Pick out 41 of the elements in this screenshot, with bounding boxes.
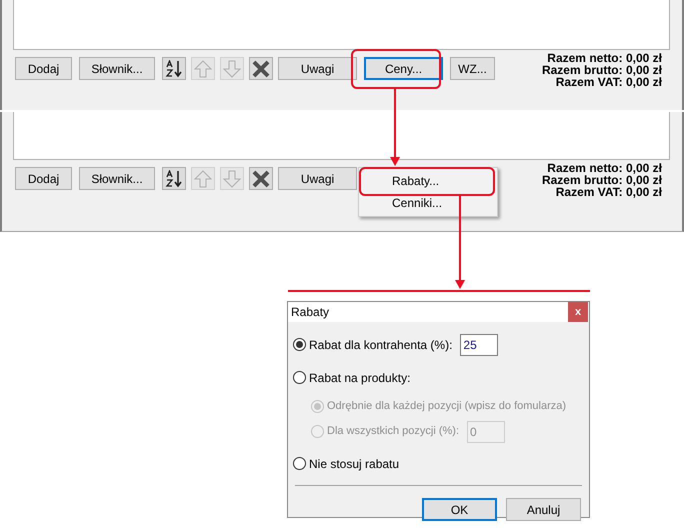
delete-icon (252, 60, 270, 78)
toolbar-button[interactable]: WZ... (450, 57, 495, 80)
radio-label: Rabat na produkty: (309, 370, 410, 386)
total-label: Razem brutto: 0,00 zł (542, 64, 662, 76)
toolbar-button[interactable]: Ceny... (364, 57, 443, 80)
radio-button[interactable] (293, 457, 306, 470)
window-title: Rabaty (290, 304, 330, 321)
radio-label: Odrębnie dla każdej pozycji (wpisz do fomularza) (327, 399, 566, 414)
sort-icon (165, 60, 183, 78)
total-label: Razem netto: 0,00 zł (547, 52, 662, 64)
radio-button[interactable] (293, 371, 306, 384)
toolbar-button[interactable]: Dodaj (15, 167, 72, 190)
toolbar-button[interactable]: Słownik... (79, 57, 155, 80)
menu-item[interactable]: Rabaty... (359, 170, 497, 192)
sort-button[interactable] (162, 57, 186, 80)
total-label: Razem brutto: 0,00 zł (542, 174, 662, 186)
toolbar-button[interactable]: Dodaj (15, 57, 72, 80)
radio-label: Dla wszystkich pozycji (%): (327, 424, 460, 440)
sort-icon (165, 170, 183, 188)
delete-button[interactable] (249, 57, 273, 80)
total-label: Razem VAT: 0,00 zł (556, 186, 662, 198)
sort-button[interactable] (162, 167, 186, 190)
down-arrow-icon (223, 60, 241, 78)
up-arrow-icon (194, 60, 212, 78)
close-button[interactable]: x (568, 302, 588, 322)
toolbar-button[interactable]: Słownik... (79, 167, 155, 190)
down-arrow-icon (223, 170, 241, 188)
radio-label: Nie stosuj rabatu (309, 456, 400, 472)
delete-icon (252, 170, 270, 188)
delete-button[interactable] (249, 167, 273, 190)
total-label: Razem netto: 0,00 zł (547, 162, 662, 174)
dialog-button[interactable]: OK (422, 498, 497, 521)
total-label: Razem VAT: 0,00 zł (556, 76, 662, 88)
input-field[interactable]: 25 (460, 334, 498, 356)
toolbar-button[interactable]: Uwagi (278, 167, 357, 190)
toolbar-button[interactable]: Uwagi (278, 57, 357, 80)
radio-button[interactable] (293, 338, 306, 351)
menu-item[interactable]: Cenniki... (359, 192, 497, 214)
up-arrow-icon (194, 170, 212, 188)
radio-label: Rabat dla kontrahenta (%): (309, 336, 452, 354)
dialog-button[interactable]: Anuluj (506, 498, 581, 521)
